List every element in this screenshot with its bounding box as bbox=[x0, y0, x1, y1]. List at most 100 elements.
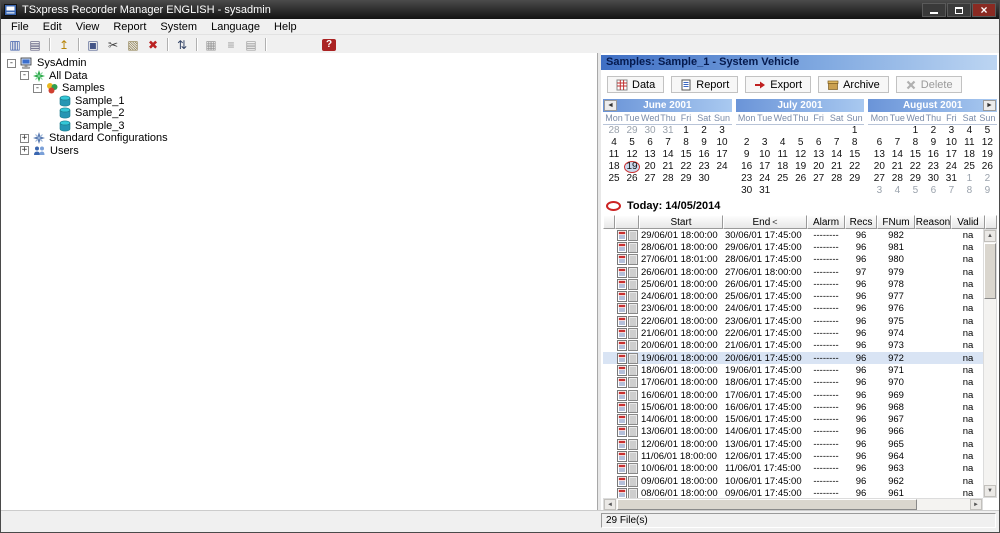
file-row[interactable]: 17/06/01 18:00:0018/06/01 17:45:00------… bbox=[603, 377, 983, 389]
calendar-day-selected[interactable]: 19 bbox=[624, 161, 640, 173]
horizontal-scroll-thumb[interactable] bbox=[617, 499, 917, 510]
sort-icon[interactable]: ⇅ bbox=[173, 37, 191, 53]
file-row[interactable]: 28/06/01 18:00:0029/06/01 17:45:00------… bbox=[603, 241, 983, 253]
calendar-day[interactable]: 14 bbox=[828, 149, 846, 161]
calendar-day[interactable]: 6 bbox=[641, 137, 659, 149]
calendar-day[interactable]: 25 bbox=[774, 173, 792, 185]
archive-button[interactable]: Archive bbox=[818, 76, 889, 93]
calendar-day[interactable]: 9 bbox=[738, 149, 756, 161]
scroll-right-button[interactable]: ► bbox=[970, 499, 982, 510]
calendar-day[interactable]: 24 bbox=[713, 161, 731, 173]
calendar-day[interactable]: 8 bbox=[960, 185, 978, 197]
calendar-day[interactable]: 12 bbox=[792, 149, 810, 161]
calendar-day[interactable]: 4 bbox=[888, 185, 906, 197]
calendar-day[interactable]: 30 bbox=[695, 173, 713, 185]
tree-item-sample-3[interactable]: Sample_3 bbox=[1, 120, 597, 133]
calendar-day[interactable]: 23 bbox=[924, 161, 942, 173]
close-button[interactable]: × bbox=[972, 3, 996, 17]
file-row[interactable]: 22/06/01 18:00:0023/06/01 17:45:00------… bbox=[603, 315, 983, 327]
calendar-day[interactable]: 5 bbox=[623, 137, 641, 149]
calendar-day[interactable]: 12 bbox=[623, 149, 641, 161]
calendar-day[interactable]: 19 bbox=[978, 149, 996, 161]
calendar-prev-button[interactable]: ◄ bbox=[604, 100, 617, 111]
calendar-day[interactable]: 13 bbox=[870, 149, 888, 161]
calendar-day[interactable]: 7 bbox=[828, 137, 846, 149]
file-row[interactable]: 26/06/01 18:00:0027/06/01 18:00:00------… bbox=[603, 266, 983, 278]
calendar-day[interactable]: 27 bbox=[870, 173, 888, 185]
expand-expander[interactable]: + bbox=[20, 134, 29, 143]
column-header-start[interactable]: Start bbox=[639, 215, 723, 229]
delete-icon[interactable]: ✖ bbox=[144, 37, 162, 53]
column-header-recs[interactable]: Recs bbox=[845, 215, 877, 229]
calendar-day[interactable]: 1 bbox=[677, 125, 695, 137]
calendar-day[interactable]: 4 bbox=[774, 137, 792, 149]
file-row[interactable]: 29/06/01 18:00:0030/06/01 17:45:00------… bbox=[603, 229, 983, 241]
copy-icon[interactable]: ▣ bbox=[84, 37, 102, 53]
calendar-day[interactable]: 21 bbox=[828, 161, 846, 173]
column-header-icon[interactable] bbox=[603, 215, 615, 229]
calendar-day[interactable]: 13 bbox=[641, 149, 659, 161]
today-line[interactable]: Today: 14/05/2014 bbox=[606, 199, 720, 213]
column-header-end[interactable]: End< bbox=[723, 215, 807, 229]
calendar-day[interactable]: 26 bbox=[623, 173, 641, 185]
details-view-icon[interactable]: ▤ bbox=[242, 37, 260, 53]
calendar-day[interactable]: 20 bbox=[641, 161, 659, 173]
calendar-day[interactable]: 2 bbox=[978, 173, 996, 185]
calendar-day[interactable]: 21 bbox=[888, 161, 906, 173]
calendar-day[interactable]: 28 bbox=[828, 173, 846, 185]
calendar-day[interactable]: 15 bbox=[846, 149, 864, 161]
file-row[interactable]: 19/06/01 18:00:0020/06/01 17:45:00------… bbox=[603, 352, 983, 364]
calendar-day[interactable]: 8 bbox=[846, 137, 864, 149]
calendar-day[interactable]: 17 bbox=[756, 161, 774, 173]
calendar-day[interactable]: 3 bbox=[870, 185, 888, 197]
menu-language[interactable]: Language bbox=[204, 19, 267, 34]
scroll-down-button[interactable]: ▼ bbox=[984, 485, 996, 497]
file-row[interactable]: 13/06/01 18:00:0014/06/01 17:45:00------… bbox=[603, 426, 983, 438]
calendar-day[interactable]: 3 bbox=[713, 125, 731, 137]
calendar-day[interactable]: 9 bbox=[924, 137, 942, 149]
calendar-day[interactable]: 12 bbox=[978, 137, 996, 149]
scroll-left-button[interactable]: ◄ bbox=[604, 499, 616, 510]
calendar-day[interactable]: 6 bbox=[870, 137, 888, 149]
calendar-day[interactable]: 14 bbox=[888, 149, 906, 161]
menu-system[interactable]: System bbox=[153, 19, 204, 34]
export-button[interactable]: Export bbox=[745, 76, 811, 93]
calendar-day[interactable]: 7 bbox=[942, 185, 960, 197]
calendar-day[interactable]: 31 bbox=[756, 185, 774, 197]
calendar-day[interactable]: 9 bbox=[978, 185, 996, 197]
calendar-day[interactable]: 16 bbox=[924, 149, 942, 161]
calendar-day[interactable]: 31 bbox=[659, 125, 677, 137]
calendar-day[interactable]: 17 bbox=[713, 149, 731, 161]
file-row[interactable]: 27/06/01 18:01:0028/06/01 17:45:00------… bbox=[603, 254, 983, 266]
calendar-day[interactable]: 7 bbox=[888, 137, 906, 149]
minimize-button[interactable] bbox=[922, 3, 946, 17]
column-header-alarm[interactable]: Alarm bbox=[807, 215, 845, 229]
file-row[interactable]: 11/06/01 18:00:0012/06/01 17:45:00------… bbox=[603, 450, 983, 462]
calendar-day[interactable]: 11 bbox=[960, 137, 978, 149]
menu-edit[interactable]: Edit bbox=[36, 19, 69, 34]
calendar-day[interactable]: 23 bbox=[695, 161, 713, 173]
calendar-day[interactable]: 29 bbox=[677, 173, 695, 185]
calendar-day[interactable]: 3 bbox=[756, 137, 774, 149]
calendar-day[interactable]: 9 bbox=[695, 137, 713, 149]
calendar-day[interactable]: 13 bbox=[810, 149, 828, 161]
vertical-scrollbar[interactable]: ▲ ▼ bbox=[983, 229, 997, 498]
view-report-icon[interactable]: ▥ bbox=[6, 37, 24, 53]
calendar-day[interactable]: 8 bbox=[906, 137, 924, 149]
tree-item-all-data[interactable]: -All Data bbox=[1, 70, 597, 83]
file-row[interactable]: 15/06/01 18:00:0016/06/01 17:45:00------… bbox=[603, 401, 983, 413]
column-header-reason[interactable]: Reason bbox=[915, 215, 951, 229]
data-button[interactable]: Data bbox=[607, 76, 664, 93]
calendar-day[interactable]: 29 bbox=[623, 125, 641, 137]
calendar-day[interactable]: 30 bbox=[738, 185, 756, 197]
calendar-day[interactable]: 1 bbox=[960, 173, 978, 185]
folder-up-icon[interactable]: ↥ bbox=[55, 37, 73, 53]
calendar-day[interactable]: 26 bbox=[792, 173, 810, 185]
calendar-day[interactable]: 30 bbox=[924, 173, 942, 185]
calendar-day[interactable]: 21 bbox=[659, 161, 677, 173]
calendar-day[interactable]: 2 bbox=[924, 125, 942, 137]
tree-item-users[interactable]: +Users bbox=[1, 145, 597, 158]
calendar-day[interactable]: 25 bbox=[605, 173, 623, 185]
column-header-fnum[interactable]: FNum bbox=[877, 215, 915, 229]
calendar-day[interactable]: 18 bbox=[960, 149, 978, 161]
